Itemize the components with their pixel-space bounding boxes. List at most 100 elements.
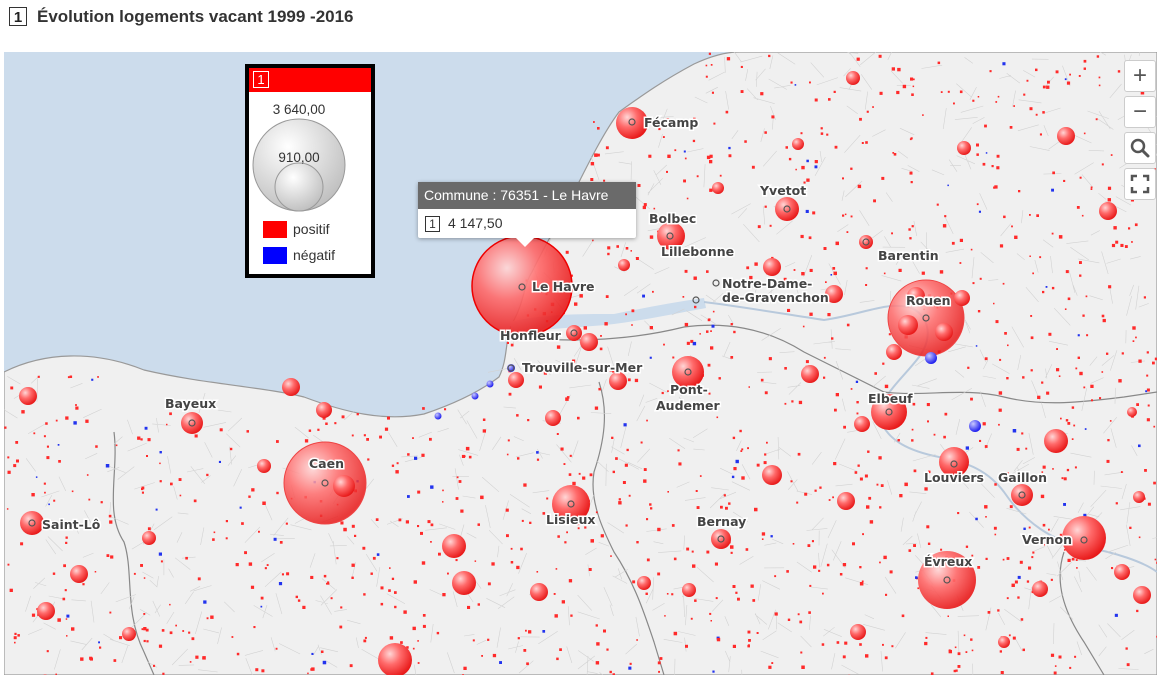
- symbol-rouen-s1[interactable]: [886, 344, 902, 360]
- symbol-north-1[interactable]: [846, 71, 860, 85]
- label-honfleur: Honfleur: [500, 328, 562, 343]
- symbol-west-3[interactable]: [19, 387, 37, 405]
- symbol-south-4[interactable]: [637, 576, 651, 590]
- label-notre-dame-2: de-Gravenchon: [722, 290, 829, 305]
- symbol-mid-4[interactable]: [763, 258, 781, 276]
- legend-circle-min: [274, 162, 324, 212]
- tooltip-arrow: [516, 238, 534, 247]
- label-lillebonne: Lillebonne: [661, 244, 734, 259]
- symbol-negative-6[interactable]: [434, 412, 442, 420]
- label-pont-1: Pont-: [670, 382, 708, 397]
- symbol-south-2[interactable]: [850, 624, 866, 640]
- label-bayeux: Bayeux: [165, 396, 216, 411]
- legend-label-positive: positif: [293, 221, 330, 237]
- map-canvas[interactable]: Fécamp Yvetot Bolbec Lillebonne Barentin…: [4, 52, 1157, 675]
- map-svg[interactable]: Fécamp Yvetot Bolbec Lillebonne Barentin…: [4, 52, 1157, 675]
- symbol-mid-1[interactable]: [442, 534, 466, 558]
- symbol-mid-9[interactable]: [545, 410, 561, 426]
- tooltip-title: Commune : 76351 - Le Havre: [418, 182, 636, 209]
- label-bolbec: Bolbec: [649, 211, 696, 226]
- symbol-rouen-sub1[interactable]: [898, 315, 918, 335]
- fullscreen-icon: [1130, 174, 1150, 194]
- label-louviers: Louviers: [924, 470, 984, 485]
- symbol-west-2[interactable]: [37, 602, 55, 620]
- symbol-bernay[interactable]: [711, 529, 731, 549]
- symbol-south-5[interactable]: [998, 636, 1010, 648]
- symbol-east-3[interactable]: [1057, 127, 1075, 145]
- symbol-rouen[interactable]: [887, 279, 965, 357]
- search-button[interactable]: [1124, 132, 1156, 164]
- symbol-negative-1[interactable]: [925, 352, 937, 364]
- fullscreen-button[interactable]: [1124, 168, 1156, 200]
- tooltip-value: 4 147,50: [448, 215, 503, 231]
- symbol-west-4[interactable]: [142, 531, 156, 545]
- label-pont-2: Audemer: [656, 398, 721, 413]
- symbol-mid-7[interactable]: [530, 583, 548, 601]
- label-gaillon: Gaillon: [998, 470, 1047, 485]
- symbol-east-8[interactable]: [1127, 407, 1137, 417]
- legend-label-negative: négatif: [293, 247, 336, 263]
- symbol-east-1[interactable]: [1044, 429, 1068, 453]
- commune-tooltip: Commune : 76351 - Le Havre 1 4 147,50: [418, 182, 636, 247]
- zoom-out-button[interactable]: −: [1124, 96, 1156, 128]
- label-trouville: Trouville-sur-Mer: [522, 360, 643, 375]
- symbol-west-1[interactable]: [70, 565, 88, 583]
- map-header: 1 Évolution logements vacant 1999 -2016: [0, 0, 1157, 48]
- symbol-mid-2[interactable]: [452, 571, 476, 595]
- symbol-west-5[interactable]: [122, 627, 136, 641]
- symbol-east-2[interactable]: [1099, 202, 1117, 220]
- symbol-saint-lo[interactable]: [20, 511, 44, 535]
- symbol-east-5[interactable]: [1114, 564, 1130, 580]
- tooltip-number-badge: 1: [425, 216, 440, 232]
- symbol-east-7[interactable]: [1133, 491, 1145, 503]
- label-yvetot: Yvetot: [759, 183, 806, 198]
- symbol-negative-5[interactable]: [471, 392, 479, 400]
- label-saint-lo: Saint-Lô: [42, 517, 101, 532]
- title-number-badge: 1: [9, 7, 27, 26]
- label-elbeuf: Elbeuf: [868, 391, 913, 406]
- map-legend: 1 3 640,00 910,00 positif négatif: [245, 64, 375, 278]
- symbol-barentin[interactable]: [859, 235, 873, 249]
- symbol-north-4[interactable]: [957, 141, 971, 155]
- legend-swatch-positive: [263, 221, 287, 238]
- label-notre-dame-1: Notre-Dame-: [722, 276, 812, 291]
- symbol-gaillon[interactable]: [1011, 484, 1033, 506]
- symbol-negative-4[interactable]: [486, 380, 494, 388]
- label-caen: Caen: [309, 456, 344, 471]
- label-fecamp: Fécamp: [644, 115, 698, 130]
- symbol-south-3[interactable]: [682, 583, 696, 597]
- symbol-caen-sub[interactable]: [333, 475, 355, 497]
- label-evreux: Évreux: [924, 554, 972, 569]
- symbol-coast-1[interactable]: [282, 378, 300, 396]
- label-le-havre: Le Havre: [532, 279, 594, 294]
- symbol-north-2[interactable]: [712, 182, 724, 194]
- symbol-yvetot[interactable]: [775, 197, 799, 221]
- symbol-mid-3[interactable]: [762, 465, 782, 485]
- symbol-mid-6[interactable]: [801, 365, 819, 383]
- symbol-mid-11[interactable]: [854, 416, 870, 432]
- map-title: Évolution logements vacant 1999 -2016: [37, 7, 354, 26]
- symbol-mid-10[interactable]: [837, 492, 855, 510]
- label-vernon: Vernon: [1022, 532, 1072, 547]
- legend-swatch-negative: [263, 247, 287, 264]
- legend-circles: [252, 118, 346, 212]
- symbol-rouen-sub2[interactable]: [935, 323, 953, 341]
- symbol-north-3[interactable]: [792, 138, 804, 150]
- symbol-rouen-s2[interactable]: [954, 290, 970, 306]
- label-rouen: Rouen: [906, 293, 951, 308]
- symbol-negative-2[interactable]: [969, 420, 981, 432]
- symbol-east-4[interactable]: [1133, 586, 1151, 604]
- symbol-honfleur[interactable]: [566, 325, 582, 341]
- label-barentin: Barentin: [878, 248, 939, 263]
- zoom-in-button[interactable]: +: [1124, 60, 1156, 92]
- label-bernay: Bernay: [697, 514, 746, 529]
- symbol-east-6[interactable]: [1032, 581, 1048, 597]
- legend-size-max: 3 640,00: [272, 102, 326, 117]
- legend-size-min: 910,00: [278, 150, 320, 165]
- symbol-bayeux[interactable]: [181, 412, 203, 434]
- symbol-coast-2[interactable]: [316, 402, 332, 418]
- symbol-north-5[interactable]: [618, 259, 630, 271]
- label-lisieux: Lisieux: [546, 512, 595, 527]
- symbol-caen-w[interactable]: [257, 459, 271, 473]
- symbol-honfleur-2[interactable]: [580, 333, 598, 351]
